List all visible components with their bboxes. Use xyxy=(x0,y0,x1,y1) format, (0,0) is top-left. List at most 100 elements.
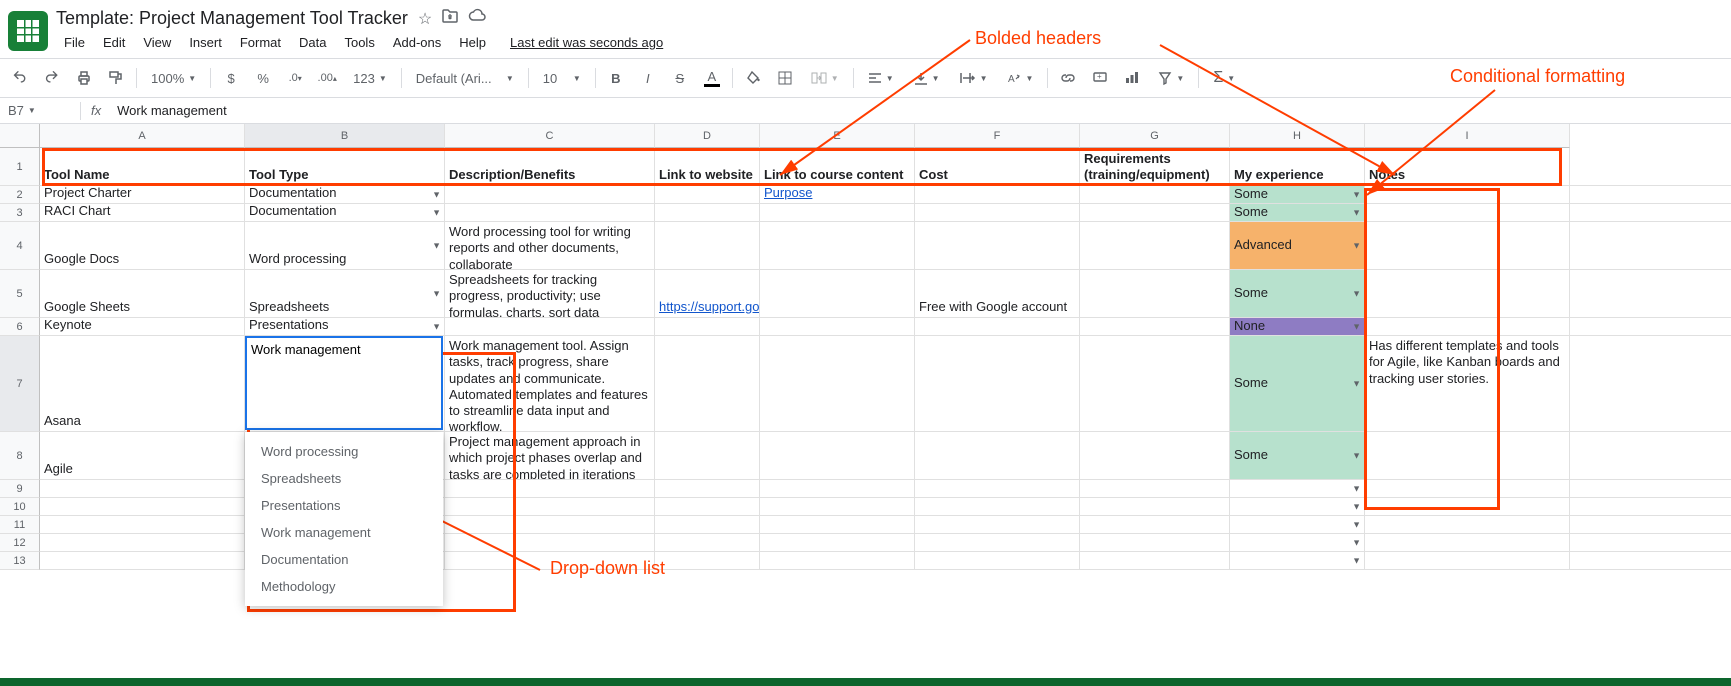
cell-C2[interactable] xyxy=(445,186,655,203)
row-header-9[interactable]: 9 xyxy=(0,480,40,498)
text-color-button[interactable]: A xyxy=(700,66,724,90)
cell-I4[interactable] xyxy=(1365,222,1570,269)
cell-F5[interactable]: Free with Google account xyxy=(915,270,1080,317)
menu-insert[interactable]: Insert xyxy=(181,31,230,54)
cell-F7[interactable] xyxy=(915,336,1080,431)
cell-G2[interactable] xyxy=(1080,186,1230,203)
cell-A12[interactable] xyxy=(40,534,245,551)
cell-E10[interactable] xyxy=(760,498,915,515)
cell-E13[interactable] xyxy=(760,552,915,569)
cell-D2[interactable] xyxy=(655,186,760,203)
cell-D13[interactable] xyxy=(655,552,760,569)
dropdown-option[interactable]: Spreadsheets xyxy=(245,465,443,492)
currency-button[interactable]: $ xyxy=(219,66,243,90)
cell-C7[interactable]: Work management tool. Assign tasks, trac… xyxy=(445,336,655,431)
header-cell-E[interactable]: Link to course content xyxy=(760,148,915,185)
cell-I12[interactable] xyxy=(1365,534,1570,551)
cell-G4[interactable] xyxy=(1080,222,1230,269)
cell-G11[interactable] xyxy=(1080,516,1230,533)
italic-button[interactable]: I xyxy=(636,66,660,90)
cell-H5[interactable]: Some▼ xyxy=(1230,270,1365,317)
cell-editor[interactable] xyxy=(245,336,443,430)
redo-button[interactable] xyxy=(40,66,64,90)
dropdown-option[interactable]: Presentations xyxy=(245,492,443,519)
cloud-icon[interactable] xyxy=(468,9,486,29)
font-combo[interactable]: Default (Ari...▼ xyxy=(410,69,520,88)
cell-C12[interactable] xyxy=(445,534,655,551)
row-header-6[interactable]: 6 xyxy=(0,318,40,336)
cell-C4[interactable]: Word processing tool for writing reports… xyxy=(445,222,655,269)
cell-D11[interactable] xyxy=(655,516,760,533)
col-header-C[interactable]: C xyxy=(445,124,655,148)
cell-F12[interactable] xyxy=(915,534,1080,551)
cell-A7[interactable]: Asana xyxy=(40,336,245,431)
select-all-corner[interactable] xyxy=(0,124,40,148)
menu-view[interactable]: View xyxy=(135,31,179,54)
row-header-11[interactable]: 11 xyxy=(0,516,40,534)
cell-H8[interactable]: Some▼ xyxy=(1230,432,1365,479)
col-header-D[interactable]: D xyxy=(655,124,760,148)
cell-D6[interactable] xyxy=(655,318,760,335)
cell-B5[interactable]: Spreadsheets▼ xyxy=(245,270,445,317)
name-box[interactable]: B7▼ xyxy=(0,103,80,118)
row-header-10[interactable]: 10 xyxy=(0,498,40,516)
row-header-8[interactable]: 8 xyxy=(0,432,40,480)
cell-A10[interactable] xyxy=(40,498,245,515)
cell-I13[interactable] xyxy=(1365,552,1570,569)
cell-F10[interactable] xyxy=(915,498,1080,515)
cell-F6[interactable] xyxy=(915,318,1080,335)
dec-decrease-button[interactable]: .0▾ xyxy=(283,66,307,90)
cell-D7[interactable] xyxy=(655,336,760,431)
doc-title[interactable]: Template: Project Management Tool Tracke… xyxy=(56,8,408,29)
col-header-G[interactable]: G xyxy=(1080,124,1230,148)
cell-E4[interactable] xyxy=(760,222,915,269)
cell-F9[interactable] xyxy=(915,480,1080,497)
borders-button[interactable] xyxy=(773,66,797,90)
cell-B3[interactable]: Documentation▼ xyxy=(245,204,445,221)
wrap-button[interactable]: ▼ xyxy=(954,69,994,87)
dec-increase-button[interactable]: .00▴ xyxy=(315,66,339,90)
cell-B6[interactable]: Presentations▼ xyxy=(245,318,445,335)
dropdown-option[interactable]: Word processing xyxy=(245,438,443,465)
cell-C6[interactable] xyxy=(445,318,655,335)
row-header-5[interactable]: 5 xyxy=(0,270,40,318)
merge-button[interactable]: ▼ xyxy=(805,68,845,88)
dropdown-toggle[interactable]: ▼ xyxy=(1352,240,1361,251)
cell-H10[interactable]: ▼ xyxy=(1230,498,1365,515)
cell-G8[interactable] xyxy=(1080,432,1230,479)
menu-tools[interactable]: Tools xyxy=(336,31,382,54)
cell-A2[interactable]: Project Charter xyxy=(40,186,245,203)
dropdown-toggle[interactable]: ▼ xyxy=(1352,537,1361,548)
cell-D9[interactable] xyxy=(655,480,760,497)
dropdown-toggle[interactable]: ▼ xyxy=(432,288,441,299)
cell-E7[interactable] xyxy=(760,336,915,431)
dropdown-toggle[interactable]: ▼ xyxy=(1352,378,1361,389)
cell-I9[interactable] xyxy=(1365,480,1570,497)
header-cell-B[interactable]: Tool Type xyxy=(245,148,445,185)
fill-color-button[interactable] xyxy=(741,66,765,90)
cell-F13[interactable] xyxy=(915,552,1080,569)
cell-D8[interactable] xyxy=(655,432,760,479)
cell-I7[interactable]: Has different templates and tools for Ag… xyxy=(1365,336,1570,431)
functions-button[interactable]: Σ▼ xyxy=(1207,67,1241,89)
header-cell-C[interactable]: Description/Benefits xyxy=(445,148,655,185)
more-formats-combo[interactable]: 123▼ xyxy=(347,69,393,88)
last-edit-link[interactable]: Last edit was seconds ago xyxy=(502,31,671,54)
cell-E5[interactable] xyxy=(760,270,915,317)
dropdown-toggle[interactable]: ▼ xyxy=(432,321,441,332)
cell-G12[interactable] xyxy=(1080,534,1230,551)
row-header-1[interactable]: 1 xyxy=(0,148,40,186)
cell-G6[interactable] xyxy=(1080,318,1230,335)
row-header-3[interactable]: 3 xyxy=(0,204,40,222)
cell-A6[interactable]: Keynote xyxy=(40,318,245,335)
dropdown-toggle[interactable]: ▼ xyxy=(432,189,441,200)
cell-H3[interactable]: Some▼ xyxy=(1230,204,1365,221)
undo-button[interactable] xyxy=(8,66,32,90)
comment-button[interactable]: + xyxy=(1088,66,1112,90)
cell-B2[interactable]: Documentation▼ xyxy=(245,186,445,203)
cell-B4[interactable]: Word processing▼ xyxy=(245,222,445,269)
move-icon[interactable] xyxy=(442,9,458,29)
cell-H9[interactable]: ▼ xyxy=(1230,480,1365,497)
col-header-E[interactable]: E xyxy=(760,124,915,148)
cell-C8[interactable]: Project management approach in which pro… xyxy=(445,432,655,479)
